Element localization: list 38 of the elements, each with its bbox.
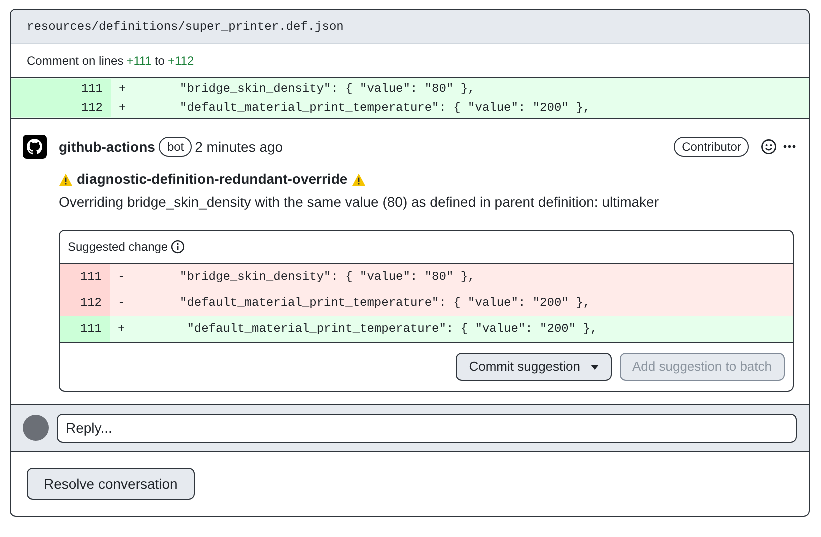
info-icon[interactable] (171, 240, 186, 254)
more-options-button[interactable]: ••• (783, 140, 797, 154)
warning-icon (59, 172, 73, 186)
code-line: "bridge_skin_density": { "value": "80" }, (179, 269, 476, 286)
code-line: "default_material_print_temperature": { "value": "200" }, (179, 295, 590, 312)
diff-sign: + (117, 321, 126, 338)
octocat-avatar-icon (23, 135, 47, 159)
diff-sign: + (118, 80, 128, 98)
code-line: "bridge_skin_density": { "value": "80" }, (179, 80, 476, 98)
line-number: 112 (60, 290, 110, 316)
resolve-conversation-button[interactable]: Resolve conversation (27, 468, 195, 500)
code-line: "default_material_print_temperature": { "value": "200" }, (179, 100, 590, 116)
smiley-icon[interactable] (761, 139, 778, 155)
diff-sign: - (117, 269, 126, 286)
comment-range-label: to (154, 52, 165, 70)
bot-label: bot (159, 137, 192, 157)
comment-body: Overriding bridge_skin_density with the same value (80) as defined in parent definition: ultimaker (59, 193, 660, 212)
line-reference: +112 (168, 52, 194, 70)
diff-sign: + (118, 100, 128, 116)
code-line: "default_material_print_temperature": { "value": "200" }, (186, 321, 598, 338)
comment-title: diagnostic-definition-redundant-override (77, 170, 348, 189)
commit-button[interactable]: Commit suggestion (456, 353, 612, 381)
warning-icon (352, 172, 366, 186)
file-path: resources/definitions/super_printer.def.json (27, 18, 344, 36)
line-number: 111 (60, 264, 110, 290)
avatar-placeholder (23, 415, 49, 441)
line-number: 111 (60, 316, 110, 342)
comment-time[interactable]: 2 minutes ago (195, 136, 284, 158)
reply-field[interactable]: Reply... (57, 414, 797, 442)
comment-range-label: Comment on lines (27, 52, 124, 70)
line-reference: +111 (126, 52, 152, 70)
diff-sign: - (117, 295, 126, 312)
author-name[interactable]: github-actions (59, 136, 156, 158)
line-number: 112 (11, 98, 111, 117)
caret-icon (590, 364, 598, 370)
suggestion-title: Suggested change (68, 239, 168, 256)
line-number: 111 (11, 79, 111, 98)
contributor-label: Contributor (674, 137, 750, 157)
